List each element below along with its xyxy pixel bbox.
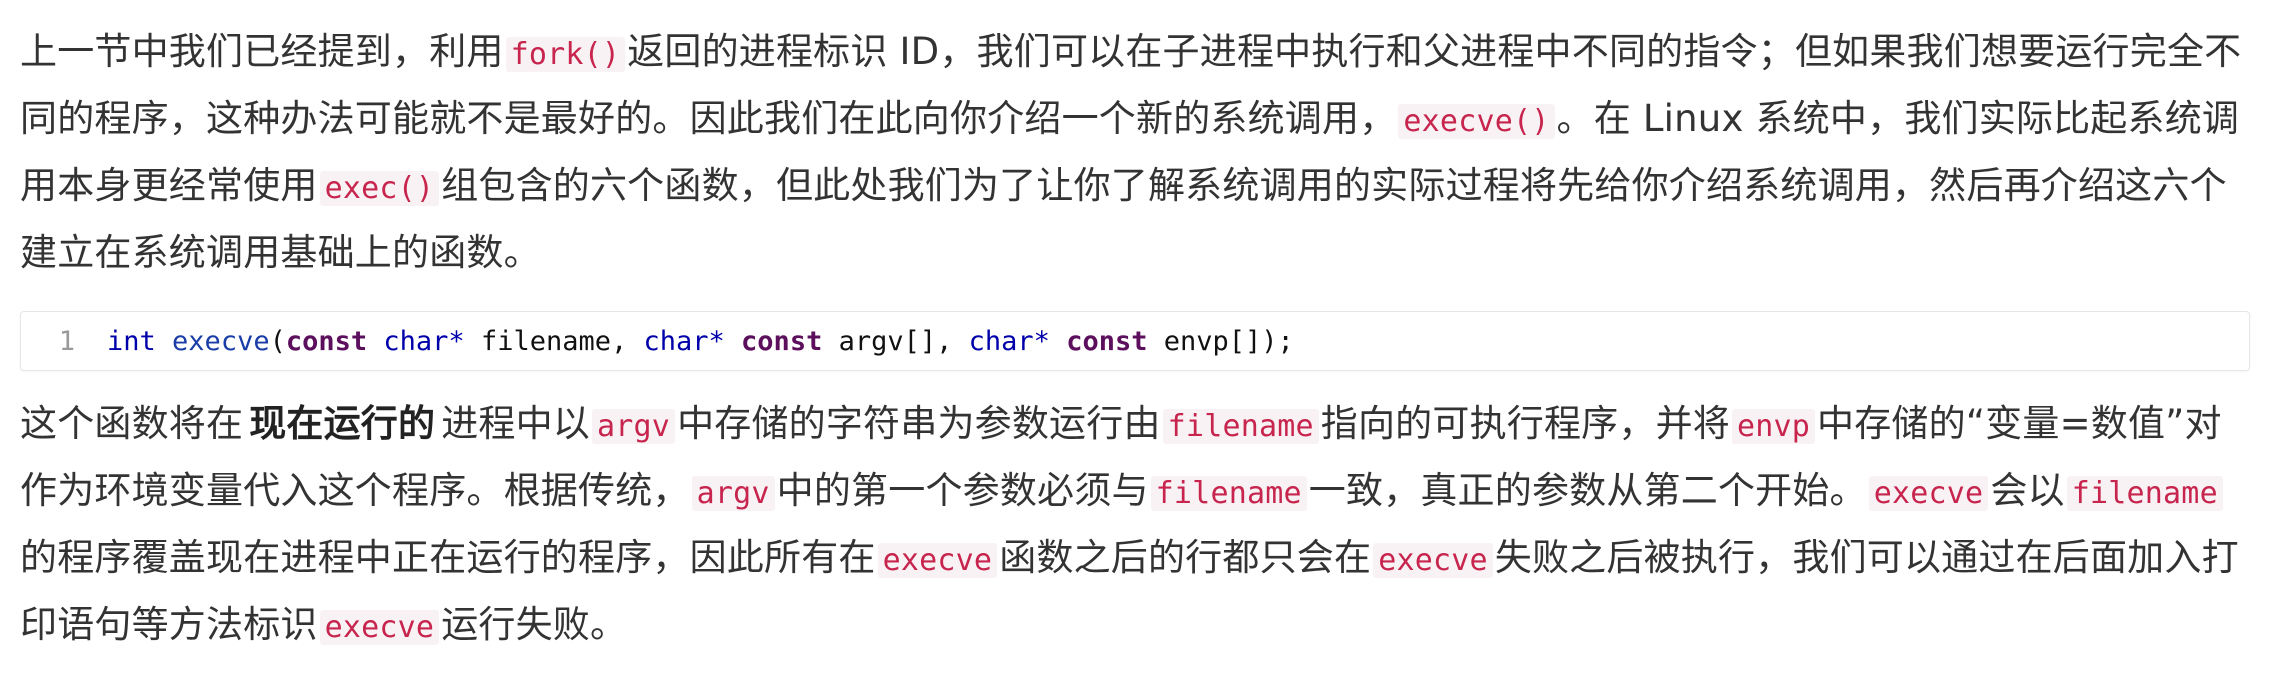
inline-code-argv: argv [691,476,775,511]
line-number: 1 [58,325,75,357]
text-run: 函数之后的行都只会在 [999,536,1372,579]
text-run: 的程序覆盖现在进程中正在运行的程序，因此所有在 [20,536,876,579]
explanation-paragraph: 这个函数将在 现在运行的 进程中以 argv 中存储的字符串为参数运行由 filename… [20,391,2250,660]
code-token-const: const [285,325,368,357]
inline-code-filename: filename [2066,476,2223,511]
intro-paragraph: 上一节中我们已经提到，利用 fork() 返回的进程标识 ID，我们可以在子进程中执… [20,20,2250,285]
code-token-type: char* [968,325,1050,357]
text-run: 进程中以 [441,402,591,445]
code-line: int execve(const char* filename, char* c… [91,326,1294,357]
inline-code-execve: execve [877,543,998,578]
code-token-type: char* [383,325,465,357]
text-run: 指向的可执行程序，并将 [1320,402,1730,445]
code-token-const: const [1066,325,1148,357]
code-token-param: argv[], [822,325,969,357]
text-run: 中存储的字符串为参数运行由 [677,402,1161,445]
inline-code-envp: envp [1731,409,1816,444]
inline-code-execve: execve() [1398,104,1555,139]
inline-code-filename: filename [1150,476,1307,511]
code-token-punct: ( [269,325,286,357]
text-run: 上一节中我们已经提到，利用 [20,30,504,73]
code-token-param: envp[]); [1147,325,1294,357]
bold-emphasis: 现在运行的 [249,401,436,445]
code-token-type: char* [643,325,725,357]
inline-code-exec: exec() [319,171,440,206]
text-run: 会以 [1990,469,2065,512]
inline-code-fork: fork() [505,37,626,72]
inline-code-execve: execve [1373,543,1493,578]
inline-code-execve: execve [1868,476,1989,511]
code-token-const: const [741,325,823,357]
code-block: 1 int execve(const char* filename, char*… [20,311,2250,371]
text-run: 一致，真正的参数从第二个开始。 [1308,469,1867,512]
inline-code-filename: filename [1162,409,1319,444]
text-run: 中的第一个参数必须与 [776,469,1149,512]
inline-code-execve: execve [319,610,440,645]
text-run: 这个函数将在 [20,402,244,445]
code-token-type: int [107,325,156,357]
text-run: 运行失败。 [441,603,628,646]
inline-code-argv: argv [592,409,676,444]
code-token-param: filename, [464,325,644,357]
code-token-function: execve [172,325,270,357]
document-body: 上一节中我们已经提到，利用 fork() 返回的进程标识 ID，我们可以在子进程中执… [0,0,2274,660]
